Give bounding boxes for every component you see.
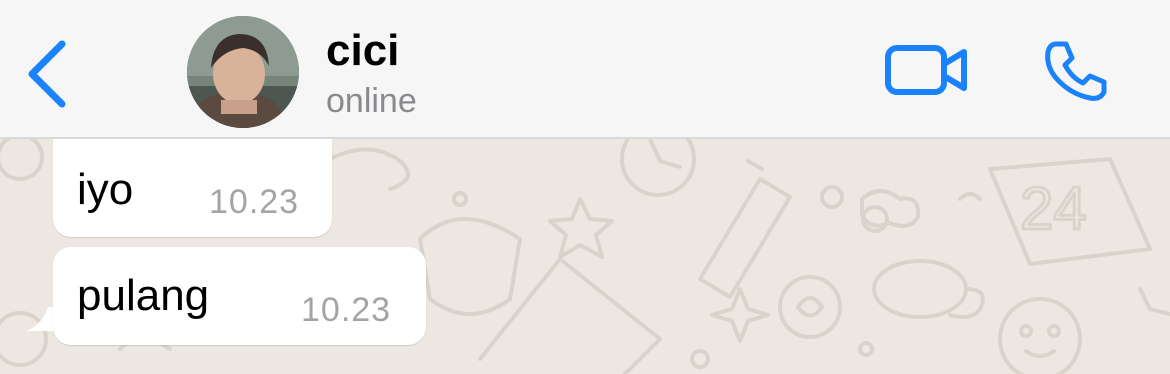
contact-status: online <box>326 82 417 120</box>
message-timestamp: 10.23 <box>209 183 300 221</box>
chat-header: cici online <box>0 0 1170 139</box>
contact-name[interactable]: cici <box>326 26 399 76</box>
message-area[interactable]: 24 iyo 10.23 pulang 10.23 <box>0 139 1170 374</box>
avatar-photo <box>187 16 299 128</box>
message-bubble[interactable]: iyo 10.23 <box>53 139 332 237</box>
back-chevron-icon[interactable] <box>22 38 72 110</box>
video-call-icon[interactable] <box>884 40 970 100</box>
message-text: iyo <box>77 165 134 214</box>
svg-text:24: 24 <box>1020 175 1087 242</box>
message-timestamp: 10.23 <box>301 291 392 329</box>
phone-icon[interactable] <box>1042 38 1110 104</box>
message-text: pulang <box>77 271 210 320</box>
message-bubble[interactable]: pulang 10.23 <box>53 247 426 345</box>
contact-avatar[interactable] <box>187 16 299 128</box>
